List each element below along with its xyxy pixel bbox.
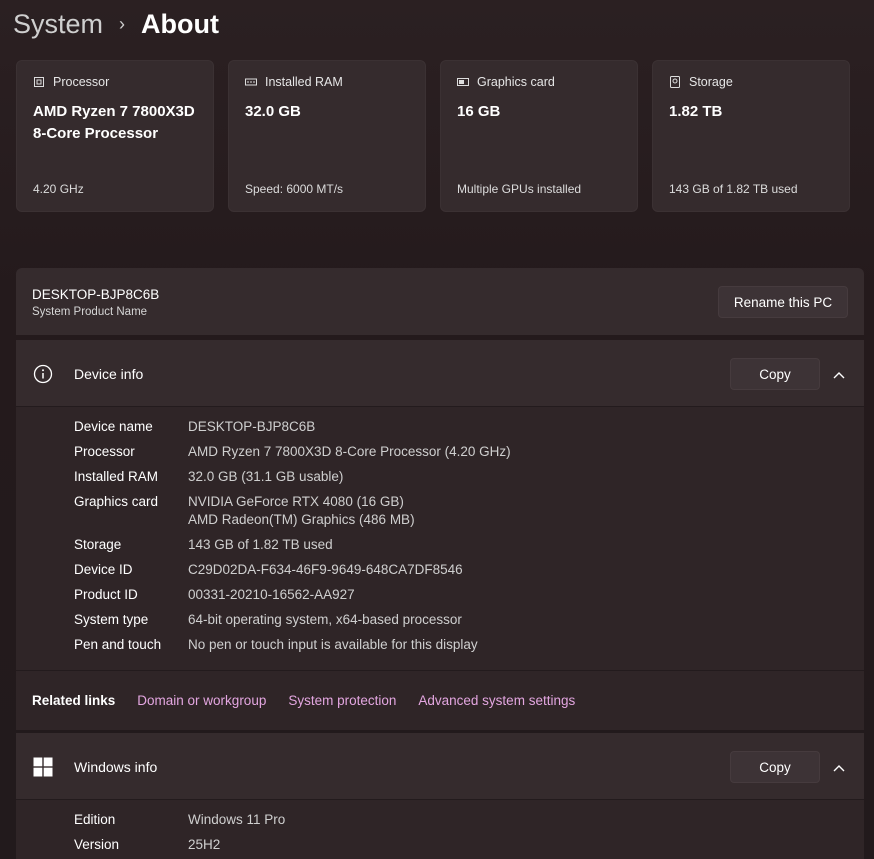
info-key: Processor xyxy=(74,444,135,459)
ram-value: 32.0 GB xyxy=(245,103,301,120)
windows-logo-icon xyxy=(33,757,53,777)
windows-info-title: Windows info xyxy=(74,759,158,775)
info-row-product-id: Product ID 00331-20210-16562-AA927 xyxy=(74,586,511,604)
system-protection-link[interactable]: System protection xyxy=(288,693,396,708)
info-value-line: AMD Radeon(TM) Graphics (486 MB) xyxy=(188,512,415,527)
info-key: Pen and touch xyxy=(74,637,162,652)
info-key: Storage xyxy=(74,537,122,552)
ram-label: Installed RAM xyxy=(265,75,343,89)
graphics-card-sub: Multiple GPUs installed xyxy=(457,182,582,196)
info-value[interactable]: AMD Ryzen 7 7800X3D 8-Core Processor (4.… xyxy=(188,443,511,461)
info-key: Version xyxy=(74,837,120,852)
pc-name: DESKTOP-BJP8C6B xyxy=(32,287,160,302)
chevron-right-icon: › xyxy=(119,13,126,34)
info-key: Edition xyxy=(74,812,116,827)
storage-sub: 143 GB of 1.82 TB used xyxy=(669,182,798,196)
ram-icon xyxy=(245,76,257,88)
windows-info-list: Edition Windows 11 Pro Version 25H2 xyxy=(74,811,285,859)
info-row-installed-ram: Installed RAM 32.0 GB (31.1 GB usable) xyxy=(74,468,511,486)
windows-info-section: Windows info Copy Edition Windows 11 Pro … xyxy=(16,733,864,859)
processor-speed: 4.20 GHz xyxy=(33,182,84,196)
info-row-pen-and-touch: Pen and touch No pen or touch input is av… xyxy=(74,636,511,654)
info-key: System type xyxy=(74,612,149,627)
chevron-up-icon[interactable] xyxy=(832,761,846,773)
info-row-edition: Edition Windows 11 Pro xyxy=(74,811,285,829)
info-icon xyxy=(33,364,53,384)
info-key: Device name xyxy=(74,419,153,434)
breadcrumb-about: About xyxy=(141,8,219,39)
copy-windows-info-button[interactable]: Copy xyxy=(730,751,820,783)
info-value[interactable]: 25H2 xyxy=(188,836,220,854)
info-key: Product ID xyxy=(74,587,138,602)
ram-card: Installed RAM 32.0 GB Speed: 6000 MT/s xyxy=(228,60,426,212)
domain-or-workgroup-link[interactable]: Domain or workgroup xyxy=(137,693,266,708)
device-info-list: Device name DESKTOP-BJP8C6B Processor AMD … xyxy=(74,418,511,661)
device-info-section: Device info Copy Device name DESKTOP-BJP8… xyxy=(16,340,864,730)
processor-card: Processor AMD Ryzen 7 7800X3D 8-Core Pro… xyxy=(16,60,214,212)
info-row-device-name: Device name DESKTOP-BJP8C6B xyxy=(74,418,511,436)
info-key: Graphics card xyxy=(74,494,159,509)
graphics-card-value: 16 GB xyxy=(457,103,501,120)
advanced-system-settings-link[interactable]: Advanced system settings xyxy=(418,693,575,708)
device-info-header[interactable]: Device info Copy xyxy=(16,340,864,407)
info-row-graphics-card: Graphics card NVIDIA GeForce RTX 4080 (16… xyxy=(74,493,511,529)
page-title: System › About xyxy=(13,6,219,42)
info-row-device-id: Device ID C29D02DA-F634-46F9-9649-648CA7D… xyxy=(74,561,511,579)
related-links: Related links Domain or workgroup System… xyxy=(16,670,864,730)
processor-value: AMD Ryzen 7 7800X3D 8-Core Processor xyxy=(33,103,195,142)
info-value[interactable]: 32.0 GB (31.1 GB usable) xyxy=(188,468,343,486)
ram-speed: Speed: 6000 MT/s xyxy=(245,182,344,196)
storage-icon xyxy=(669,76,681,88)
graphics-card-card: Graphics card 16 GB Multiple GPUs instal… xyxy=(440,60,638,212)
rename-pc-button[interactable]: Rename this PC xyxy=(718,286,848,318)
storage-value: 1.82 TB xyxy=(669,103,723,120)
info-row-storage: Storage 143 GB of 1.82 TB used xyxy=(74,536,511,554)
windows-info-header[interactable]: Windows info Copy xyxy=(16,733,864,800)
info-value[interactable]: 64-bit operating system, x64-based proce… xyxy=(188,611,462,629)
pc-product-name: System Product Name xyxy=(32,306,148,318)
pc-name-card: DESKTOP-BJP8C6B System Product Name Rena… xyxy=(16,268,864,335)
info-row-version: Version 25H2 xyxy=(74,836,285,854)
info-value[interactable]: 00331-20210-16562-AA927 xyxy=(188,586,355,604)
storage-card: Storage 1.82 TB 143 GB of 1.82 TB used xyxy=(652,60,850,212)
info-value[interactable]: No pen or touch input is available for t… xyxy=(188,636,478,654)
info-row-system-type: System type 64-bit operating system, x64-… xyxy=(74,611,511,629)
info-value[interactable]: NVIDIA GeForce RTX 4080 (16 GB) AMD Radeo… xyxy=(188,493,415,529)
info-value[interactable]: C29D02DA-F634-46F9-9649-648CA7DF8546 xyxy=(188,561,463,579)
device-info-title: Device info xyxy=(74,366,144,382)
info-value[interactable]: Windows 11 Pro xyxy=(188,811,285,829)
processor-icon xyxy=(33,76,45,88)
processor-label: Processor xyxy=(53,75,110,89)
info-value[interactable]: DESKTOP-BJP8C6B xyxy=(188,418,315,436)
breadcrumb-system[interactable]: System xyxy=(13,9,103,40)
copy-device-info-button[interactable]: Copy xyxy=(730,358,820,390)
chevron-up-icon[interactable] xyxy=(832,368,846,380)
graphics-card-label: Graphics card xyxy=(477,75,555,89)
info-key: Installed RAM xyxy=(74,469,159,484)
info-key: Device ID xyxy=(74,562,133,577)
graphics-card-icon xyxy=(457,76,469,88)
info-value[interactable]: 143 GB of 1.82 TB used xyxy=(188,536,333,554)
info-row-processor: Processor AMD Ryzen 7 7800X3D 8-Core Proc… xyxy=(74,443,511,461)
storage-label: Storage xyxy=(689,75,733,89)
related-links-label: Related links xyxy=(32,693,116,708)
info-value-line: NVIDIA GeForce RTX 4080 (16 GB) xyxy=(188,494,404,509)
